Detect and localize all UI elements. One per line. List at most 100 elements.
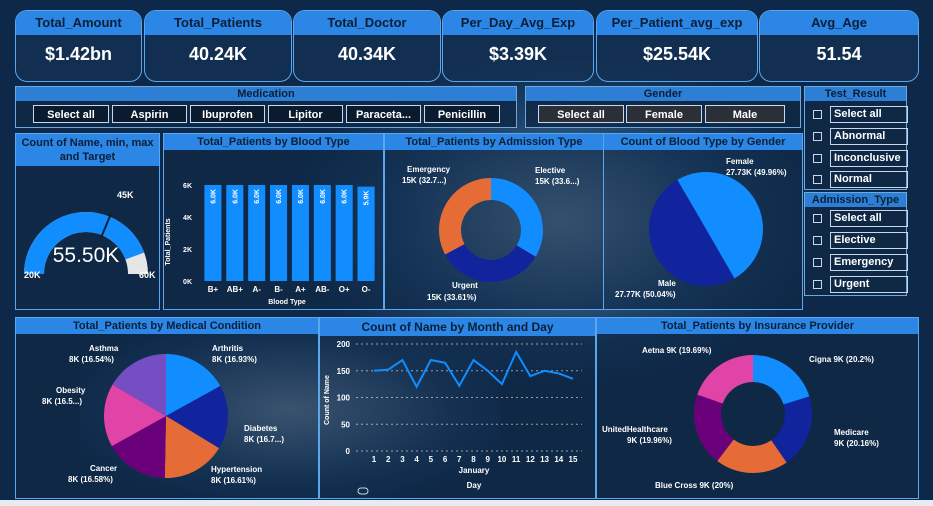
label-blue-cross: Blue Cross 9K (20%) — [655, 481, 734, 490]
kpi-value: $3.39K — [488, 44, 548, 64]
slicer-title: Admission_Type — [805, 193, 906, 207]
medication-option-ibuprofen[interactable]: Ibuprofen — [190, 105, 265, 123]
medication-option-lipitor[interactable]: Lipitor — [268, 105, 343, 123]
slice-cigna[interactable] — [753, 355, 810, 405]
bar-y-tick: 0K — [183, 279, 192, 286]
gender-option-select-all[interactable]: Select all — [538, 105, 624, 123]
medical-condition-slices — [104, 354, 228, 478]
kpi-value: $1.42bn — [44, 44, 113, 64]
gender-pie-panel: Count of Blood Type by Gender Female 27.… — [603, 133, 803, 310]
gauge-panel: Count of Name, min, max and Target 55.50… — [15, 133, 160, 310]
test-result-option-normal[interactable]: Normal — [813, 171, 908, 188]
admission-type-option-emergency[interactable]: Emergency — [813, 254, 908, 271]
bar-x-axis-title: Blood Type — [268, 299, 306, 306]
label-male-value: 27.77K (50.04%) — [615, 290, 676, 299]
checkbox[interactable] — [813, 175, 822, 184]
checkbox[interactable] — [813, 154, 822, 163]
label-hypertension: Hypertension — [211, 465, 262, 474]
slice-elective[interactable] — [491, 178, 543, 257]
kpi-per-patient-avg-exp: Per_Patient_avg_exp $25.54K — [596, 10, 758, 82]
line-y-tick: 50 — [341, 420, 350, 429]
kpi-value: 40.34K — [337, 44, 397, 64]
line-y-tick: 0 — [346, 447, 351, 456]
gauge-min-label: 20K — [24, 270, 41, 280]
bar-x-tick: B- — [274, 285, 283, 294]
line-x-axis-title: Day — [467, 481, 482, 490]
test-result-slicer: Test_Result Select all Abnormal Inconclu… — [804, 86, 908, 190]
option-label: Select all — [830, 106, 908, 123]
line-y-axis-title: Count of Name — [324, 375, 331, 425]
bar-data-label: 6.0K — [232, 189, 239, 204]
test-result-option-select-all[interactable]: Select all — [813, 106, 908, 123]
checkbox[interactable] — [813, 214, 822, 223]
checkbox[interactable] — [813, 110, 822, 119]
kpi-value: 40.24K — [188, 44, 248, 64]
label-elective: Elective — [535, 166, 566, 175]
line-x-tick: 2 — [386, 455, 391, 464]
label-unitedhealthcare: UnitedHealthcare — [602, 425, 668, 434]
bar-x-tick: O- — [362, 285, 371, 294]
blood-type-bar-chart: 0K2K4K6KB+ AB+ A- B- A+ AB- O+ O- 6.0K 6.0K 6.0K 6… — [165, 183, 375, 306]
bar-group: 6.0K 6.0K 6.0K 6.0K 6.0K 6.0K 6.0K 5.9K — [204, 185, 375, 281]
medication-slicer: Medication Select all Aspirin Ibuprofen … — [15, 86, 517, 128]
test-result-option-inconclusive[interactable]: Inconclusive — [813, 150, 908, 167]
line-x-tick: 7 — [457, 455, 462, 464]
bar-data-label: 6.0K — [320, 189, 327, 204]
checkbox[interactable] — [813, 132, 822, 141]
scroll-handle[interactable] — [357, 487, 369, 495]
gender-slices — [648, 172, 763, 287]
admission-type-slicer: Admission_Type Select all Elective Emerg… — [804, 192, 908, 296]
admission-type-option-urgent[interactable]: Urgent — [813, 276, 908, 293]
label-arthritis-value: 8K (16.93%) — [212, 355, 257, 364]
line-y-tick: 100 — [337, 394, 351, 403]
option-label: Urgent — [830, 276, 908, 293]
line-x-tick: 6 — [443, 455, 448, 464]
bar-x-tick: AB+ — [227, 285, 244, 294]
dashboard: Total_Amount $1.42bn Total_Patients 40.2… — [0, 0, 933, 506]
gauge-target-label: 45K — [117, 190, 134, 200]
label-asthma-value: 8K (16.54%) — [69, 355, 114, 364]
medication-option-select-all[interactable]: Select all — [33, 105, 109, 123]
bar-x-tick: A+ — [295, 285, 306, 294]
line-x-tick: 13 — [540, 455, 549, 464]
label-emergency: Emergency — [407, 165, 451, 174]
admission-type-option-select-all[interactable]: Select all — [813, 210, 908, 227]
checkbox[interactable] — [813, 236, 822, 245]
label-unitedhealthcare-value: 9K (19.96%) — [627, 436, 672, 445]
gender-option-male[interactable]: Male — [705, 105, 785, 123]
checkbox[interactable] — [813, 258, 822, 267]
label-emergency-value: 15K (32.7...) — [402, 176, 447, 185]
medical-condition-pie-chart: Asthma 8K (16.54%) Arthritis 8K (16.93%)… — [42, 344, 284, 485]
slice-urgent[interactable] — [445, 244, 536, 282]
insurance-panel: Total_Patients by Insurance Provider Aet… — [596, 317, 919, 499]
kpi-per-day-avg-exp: Per_Day_Avg_Exp $3.39K — [442, 10, 594, 82]
bar-data-label: 6.0K — [254, 189, 261, 204]
label-diabetes: Diabetes — [244, 424, 278, 433]
bar-data-label: 6.0K — [210, 189, 217, 204]
month-day-panel: Count of Name by Month and Day 0 50 100 150… — [319, 317, 596, 499]
label-male: Male — [658, 279, 676, 288]
gender-slicer: Gender Select all Female Male — [525, 86, 801, 128]
bar-y-tick: 4K — [183, 215, 192, 222]
bar-x-tick: O+ — [339, 285, 350, 294]
gender-option-female[interactable]: Female — [626, 105, 702, 123]
insurance-donut-chart: Aetna 9K (19.69%) Cigna 9K (20.2%) Unite… — [602, 346, 879, 490]
slice-aetna[interactable] — [697, 355, 753, 404]
slice-emergency[interactable] — [439, 178, 491, 255]
kpi-label: Total_Patients — [145, 11, 291, 35]
bar-y-tick: 2K — [183, 247, 192, 254]
gender-pie-chart: Female 27.73K (49.96%) Male 27.77K (50.0… — [615, 157, 787, 299]
label-cancer: Cancer — [90, 464, 117, 473]
medication-option-paracetamol[interactable]: Paraceta... — [346, 105, 421, 123]
medication-option-penicillin[interactable]: Penicillin — [424, 105, 500, 123]
gauge-chart: 55.50K 20K 60K 45K — [24, 190, 156, 280]
checkbox[interactable] — [813, 280, 822, 289]
label-hypertension-value: 8K (16.61%) — [211, 476, 256, 485]
bar-x-tick: A- — [252, 285, 261, 294]
kpi-total-patients: Total_Patients 40.24K — [144, 10, 292, 82]
admission-type-option-elective[interactable]: Elective — [813, 232, 908, 249]
kpi-label: Total_Doctor — [294, 11, 440, 35]
insurance-slices — [694, 355, 812, 473]
test-result-option-abnormal[interactable]: Abnormal — [813, 128, 908, 145]
medication-option-aspirin[interactable]: Aspirin — [112, 105, 187, 123]
